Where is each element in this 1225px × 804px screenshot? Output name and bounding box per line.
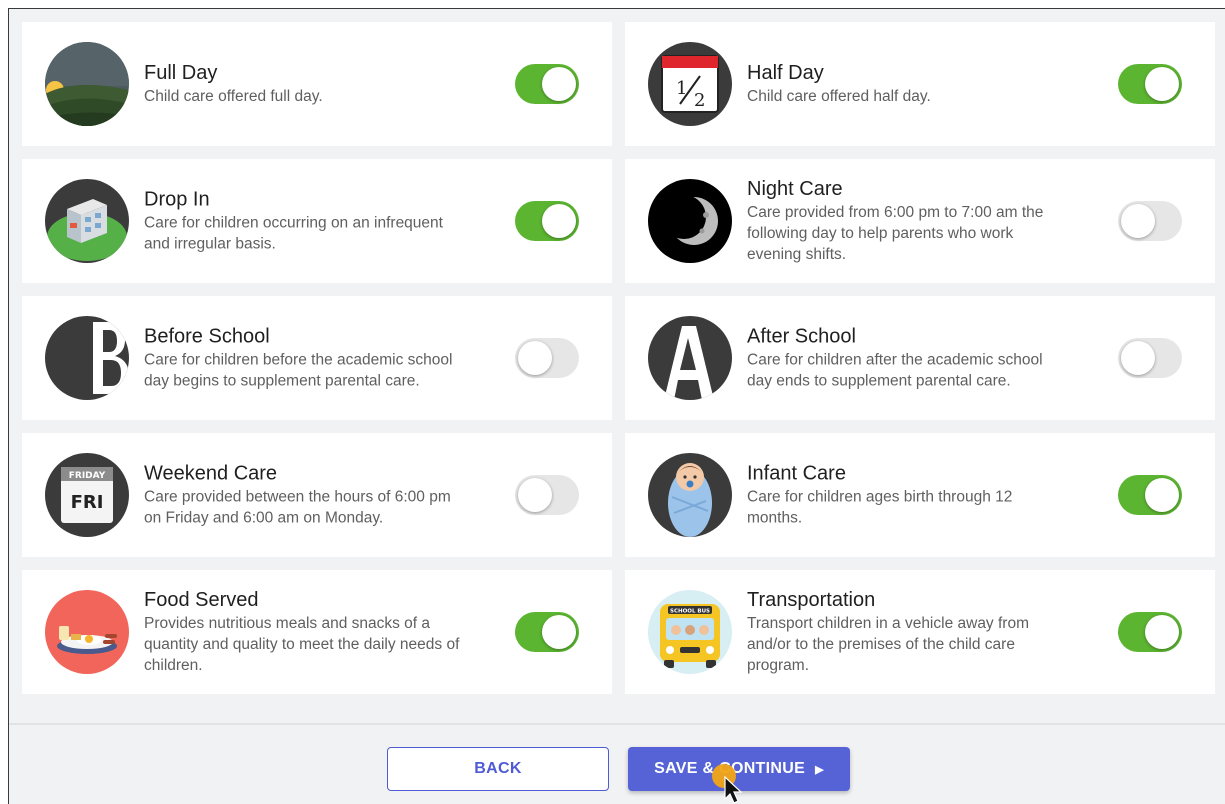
night-care-toggle[interactable] [1118, 201, 1182, 241]
breakfast-plate-icon [45, 590, 129, 674]
page-frame: Full Day Child care offered full day. 1 … [8, 8, 1225, 804]
service-title: Drop In [144, 188, 210, 211]
toggle-knob [1145, 615, 1179, 649]
calendar-half-icon: 1 2 [648, 42, 732, 126]
school-bus-icon: SCHOOL BUS [648, 590, 732, 674]
service-title: Half Day [747, 62, 824, 84]
service-card-full-day: Full Day Child care offered full day. [22, 22, 612, 146]
service-title: Before School [144, 325, 270, 348]
toggle-knob [542, 615, 576, 649]
service-card-night-care: Night Care Care provided from 6:00 pm to… [625, 159, 1215, 283]
infant-care-toggle[interactable] [1118, 475, 1182, 515]
landscape-sunset-icon [45, 42, 129, 126]
service-description: Provides nutritious meals and snacks of … [144, 615, 460, 674]
bus-sign-text: SCHOOL BUS [670, 609, 710, 615]
footer-bar: BACK SAVE & CONTINUE ▶ [9, 723, 1225, 804]
toggle-knob [1121, 341, 1155, 375]
calendar-day-abbr: FRI [71, 492, 104, 513]
back-button[interactable]: BACK [387, 747, 609, 791]
service-title: Food Served [144, 589, 259, 611]
toggle-knob [1121, 204, 1155, 238]
service-card-food-served: Food Served Provides nutritious meals an… [22, 570, 612, 694]
service-title: Full Day [144, 62, 218, 84]
toggle-knob [1145, 67, 1179, 101]
service-title: Weekend Care [144, 462, 278, 485]
service-card-weekend-care: FRIDAY FRI Weekend Care Care provided be… [22, 433, 612, 557]
service-description: Care for children before the academic sc… [144, 351, 453, 390]
calendar-day-label: FRIDAY [69, 471, 106, 481]
toggle-knob [542, 204, 576, 238]
services-grid: Full Day Child care offered full day. 1 … [22, 22, 1215, 694]
after-school-toggle[interactable] [1118, 338, 1182, 378]
svg-text:2: 2 [694, 90, 705, 111]
save-button-label: SAVE & CONTINUE [654, 760, 806, 777]
swaddled-baby-icon [648, 453, 732, 537]
service-description: Transport children in a vehicle away fro… [747, 615, 1029, 674]
service-card-half-day: 1 2 Half Day Child care offered half day… [625, 22, 1215, 146]
service-title: After School [747, 325, 856, 348]
service-description: Care provided from 6:00 pm to 7:00 am th… [747, 204, 1044, 263]
service-description: Child care offered full day. [144, 88, 323, 105]
service-title: Infant Care [747, 462, 846, 485]
half-day-toggle[interactable] [1118, 64, 1182, 104]
service-card-drop-in: Drop In Care for children occurring on a… [22, 159, 612, 283]
service-description: Care provided between the hours of 6:00 … [144, 488, 451, 527]
transportation-toggle[interactable] [1118, 612, 1182, 652]
before-school-toggle[interactable] [515, 338, 579, 378]
calendar-friday-icon: FRIDAY FRI [45, 453, 129, 537]
service-description: Care for children after the academic sch… [747, 351, 1043, 390]
full-day-toggle[interactable] [515, 64, 579, 104]
service-card-infant-care: Infant Care Care for children ages birth… [625, 433, 1215, 557]
food-served-toggle[interactable] [515, 612, 579, 652]
weekend-care-toggle[interactable] [515, 475, 579, 515]
letter-b-icon [45, 316, 129, 400]
service-description: Child care offered half day. [747, 88, 931, 105]
service-card-transportation: SCHOOL BUS Transportation Transport chil… [625, 570, 1215, 694]
service-title: Night Care [747, 178, 843, 200]
toggle-knob [542, 67, 576, 101]
chevron-right-icon: ▶ [815, 763, 824, 776]
building-icon [45, 179, 129, 263]
toggle-knob [518, 341, 552, 375]
service-title: Transportation [747, 589, 876, 611]
moon-icon [648, 179, 732, 263]
toggle-knob [518, 478, 552, 512]
drop-in-toggle[interactable] [515, 201, 579, 241]
service-description: Care for children ages birth through 12 … [747, 488, 1013, 527]
service-card-after-school: After School Care for children after the… [625, 296, 1215, 420]
save-and-continue-button[interactable]: SAVE & CONTINUE ▶ [628, 747, 850, 791]
letter-a-icon [648, 316, 732, 400]
back-button-label: BACK [474, 760, 522, 777]
service-description: Care for children occurring on an infreq… [144, 214, 443, 253]
toggle-knob [1145, 478, 1179, 512]
service-card-before-school: Before School Care for children before t… [22, 296, 612, 420]
